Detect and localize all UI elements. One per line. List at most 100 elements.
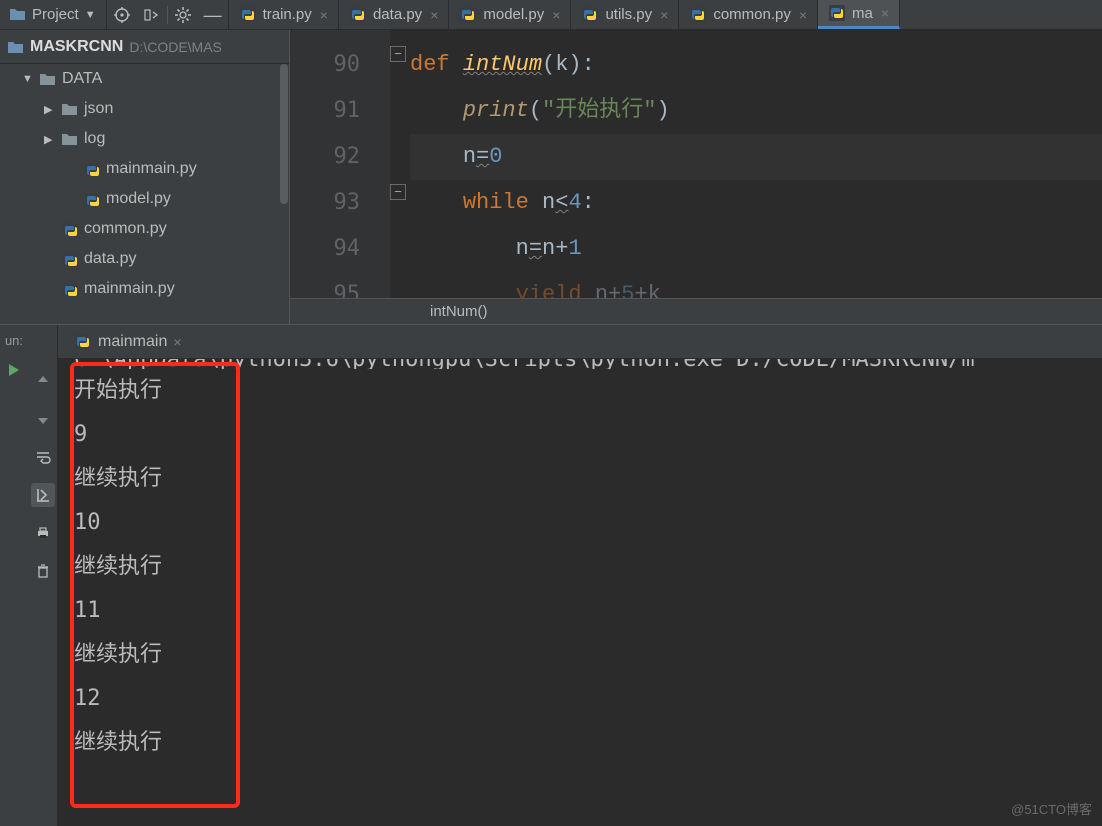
- file-tab-commonpy[interactable]: common.py ×: [679, 0, 818, 29]
- file-tab-ma[interactable]: ma ×: [818, 0, 900, 29]
- clear-button[interactable]: [31, 559, 55, 583]
- run-tab-bar: mainmain ×: [58, 325, 1102, 359]
- py-icon: [84, 162, 100, 176]
- project-root-row[interactable]: MASKRCNN D:\CODE\MAS: [0, 30, 289, 64]
- tree-item-mainmainpy[interactable]: mainmain.py: [0, 274, 289, 304]
- target-icon: [114, 7, 130, 23]
- folder-icon: [40, 72, 56, 86]
- run-tool-column: [28, 325, 58, 826]
- code-area[interactable]: def intNum(k): print("开始执行") n=0 while n…: [410, 30, 1102, 324]
- tree-item-label: model.py: [106, 190, 171, 208]
- py-icon: [349, 6, 367, 24]
- code-line: n=n+1: [410, 226, 1102, 272]
- folder-icon: [62, 102, 78, 116]
- tree-arrow-icon: ▼: [22, 73, 34, 85]
- py-icon: [84, 192, 100, 206]
- print-button[interactable]: [31, 521, 55, 545]
- py-icon: [62, 222, 78, 236]
- up-stack-button[interactable]: [31, 369, 55, 393]
- code-editor[interactable]: 909192939495 − − def intNum(k): print("开…: [290, 30, 1102, 324]
- scroll-to-end-button[interactable]: [31, 483, 55, 507]
- run-side-label: un:: [5, 333, 23, 348]
- chevron-down-icon: ▼: [85, 9, 96, 21]
- close-icon[interactable]: ×: [430, 7, 438, 23]
- project-panel: MASKRCNN D:\CODE\MAS ▼ DATA▶ json▶ log m…: [0, 30, 290, 324]
- file-tab-label: data.py: [373, 6, 422, 23]
- code-line: def intNum(k):: [410, 42, 1102, 88]
- play-icon: [6, 362, 22, 378]
- tree-item-log[interactable]: ▶ log: [0, 124, 289, 154]
- breadcrumb-function: intNum(): [430, 303, 488, 320]
- console-line: 继续执行: [74, 457, 1086, 501]
- py-icon: [689, 6, 707, 24]
- settings-button[interactable]: [168, 0, 198, 30]
- tree-item-datapy[interactable]: data.py: [0, 244, 289, 274]
- console-line: 继续执行: [74, 721, 1086, 765]
- file-tab-modelpy[interactable]: model.py ×: [449, 0, 571, 29]
- code-line: while n<4:: [410, 180, 1102, 226]
- tree-scrollbar[interactable]: [279, 64, 289, 324]
- project-dropdown-label: Project: [32, 6, 79, 23]
- soft-wrap-button[interactable]: [31, 445, 55, 469]
- run-left-gutter: un:: [0, 325, 28, 826]
- console-output[interactable]: C:\AppData\python3.6\pythongpu\Scripts\p…: [58, 359, 1102, 826]
- watermark: @51CTO博客: [1011, 799, 1092, 818]
- tree-item-label: log: [84, 130, 105, 148]
- tree-item-json[interactable]: ▶ json: [0, 94, 289, 124]
- arrow-up-icon: [35, 373, 51, 389]
- scroll-end-icon: [35, 487, 51, 503]
- file-tab-label: train.py: [263, 6, 312, 23]
- close-icon[interactable]: ×: [173, 334, 181, 350]
- collapse-icon: [144, 7, 160, 23]
- close-icon[interactable]: ×: [552, 7, 560, 23]
- py-icon: [828, 4, 846, 22]
- wrap-icon: [35, 449, 51, 465]
- toolbar-icons: —: [107, 0, 229, 29]
- file-tab-label: common.py: [713, 6, 791, 23]
- rerun-button[interactable]: [6, 362, 22, 381]
- minus-icon: —: [204, 6, 222, 24]
- close-icon[interactable]: ×: [320, 7, 328, 23]
- console-line: 12: [74, 677, 1086, 721]
- console-line: C:\AppData\python3.6\pythongpu\Scripts\p…: [74, 359, 1086, 369]
- run-tab-mainmain[interactable]: mainmain ×: [66, 331, 190, 353]
- tree-item-label: data.py: [84, 250, 136, 268]
- console-line: 9: [74, 413, 1086, 457]
- collapse-all-button[interactable]: [137, 0, 167, 30]
- close-icon[interactable]: ×: [799, 7, 807, 23]
- hide-panel-button[interactable]: —: [198, 0, 228, 30]
- gear-icon: [175, 7, 191, 23]
- project-dropdown[interactable]: Project ▼: [0, 0, 107, 29]
- file-tab-datapy[interactable]: data.py ×: [339, 0, 449, 29]
- fold-marker[interactable]: −: [390, 46, 406, 62]
- close-icon[interactable]: ×: [881, 5, 889, 21]
- console-line: 11: [74, 589, 1086, 633]
- down-stack-button[interactable]: [31, 407, 55, 431]
- console-line: 继续执行: [74, 545, 1086, 589]
- editor-breadcrumb[interactable]: intNum(): [290, 298, 1102, 324]
- print-icon: [35, 525, 51, 541]
- root-folder-icon: [8, 40, 24, 54]
- file-tab-trainpy[interactable]: train.py ×: [229, 0, 339, 29]
- console-line: 10: [74, 501, 1086, 545]
- file-tab-label: ma: [852, 5, 873, 22]
- project-icon: [10, 7, 26, 23]
- file-tab-utilspy[interactable]: utils.py ×: [571, 0, 679, 29]
- editor-tab-bar: train.py × data.py × model.py × utils.py…: [229, 0, 1102, 29]
- fold-marker[interactable]: −: [390, 184, 406, 200]
- close-icon[interactable]: ×: [660, 7, 668, 23]
- py-icon: [62, 252, 78, 266]
- tree-item-label: common.py: [84, 220, 167, 238]
- locate-target-button[interactable]: [107, 0, 137, 30]
- console-line: 继续执行: [74, 633, 1086, 677]
- tree-arrow-icon: ▶: [44, 133, 56, 146]
- run-panel: un: mainmain × C:\AppData\python3.6\pyth…: [0, 324, 1102, 826]
- tree-item-commonpy[interactable]: common.py: [0, 214, 289, 244]
- tree-item-modelpy[interactable]: model.py: [0, 184, 289, 214]
- project-root-name: MASKRCNN: [30, 38, 123, 56]
- tree-item-mainmainpy[interactable]: mainmain.py: [0, 154, 289, 184]
- file-tab-label: utils.py: [605, 6, 652, 23]
- tree-item-DATA[interactable]: ▼ DATA: [0, 64, 289, 94]
- py-icon: [62, 282, 78, 296]
- tree-item-label: mainmain.py: [84, 280, 175, 298]
